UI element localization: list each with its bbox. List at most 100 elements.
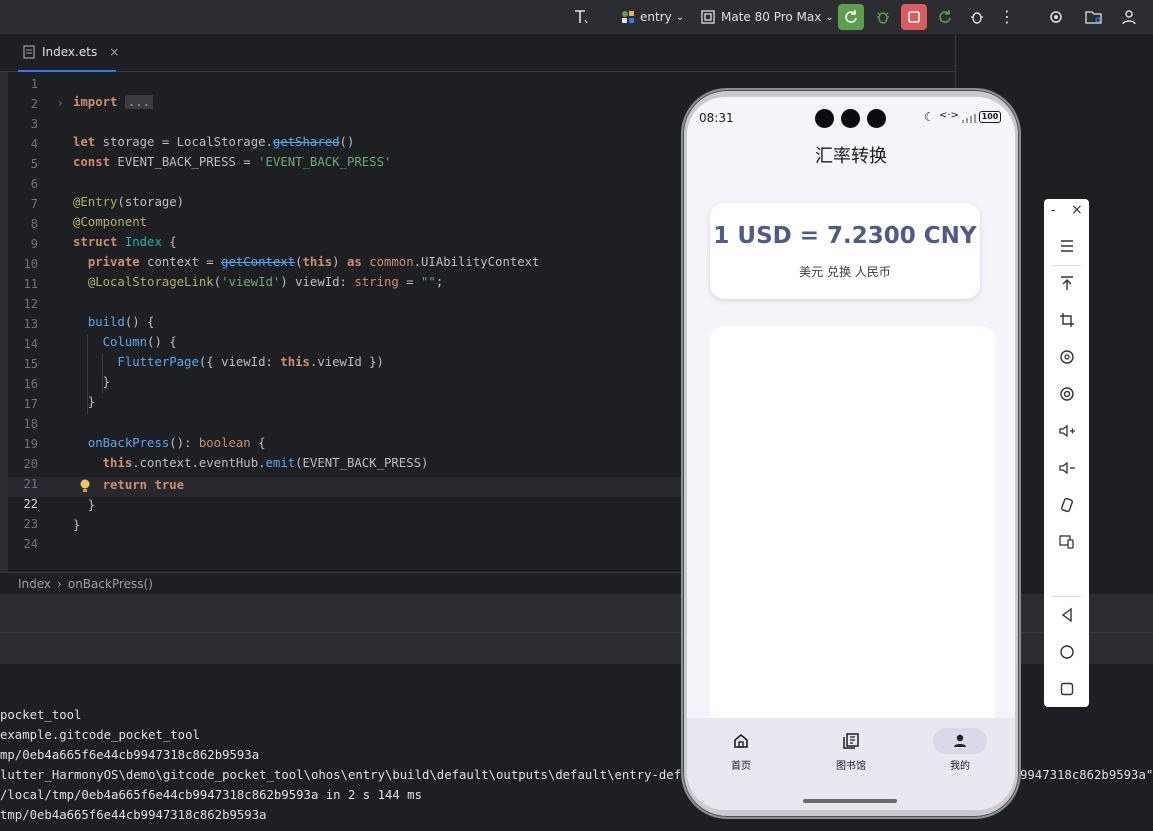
line-number: 6 — [30, 177, 38, 191]
tab-label: Index.ets — [42, 45, 98, 59]
bug-settings-icon — [971, 12, 983, 24]
device-selector[interactable]: Mate 80 Pro Max ⌄ — [700, 5, 834, 29]
code-line-22: return true — [102, 478, 185, 492]
line-number: 20 — [23, 457, 38, 471]
location-button[interactable] — [1044, 380, 1089, 408]
line-number: 16 — [23, 377, 38, 391]
rate-card: 1 USD = 7.2300 CNY 美元 兑换 人民币 — [710, 203, 980, 299]
recents-button[interactable] — [1044, 675, 1089, 703]
person-icon — [933, 728, 987, 754]
run-button[interactable] — [838, 4, 864, 30]
crop-icon — [1059, 313, 1074, 327]
nav-item-home[interactable]: 首页 — [701, 728, 781, 778]
nav-item-profile[interactable]: 我的 — [920, 728, 1000, 778]
nav-label: 我的 — [950, 761, 970, 772]
module-selector[interactable]: entry ⌄ — [620, 5, 684, 29]
stop-button[interactable] — [901, 4, 927, 30]
close-button[interactable]: × — [1071, 202, 1083, 218]
breadcrumb-item[interactable]: onBackPress() — [68, 577, 153, 591]
account-button[interactable] — [1116, 4, 1142, 30]
console-line: pocket_tool — [0, 708, 82, 722]
back-button[interactable] — [1044, 601, 1089, 629]
code-line-10: struct Index { — [73, 235, 177, 249]
tab-index-ets[interactable]: Index.ets × — [18, 34, 119, 72]
module-label: entry — [640, 10, 672, 24]
breadcrumb-item[interactable]: Index — [18, 577, 51, 591]
pin-top-button[interactable] — [1044, 269, 1089, 297]
volume-down-icon — [1058, 461, 1075, 475]
at-icon — [1059, 387, 1074, 401]
minimize-button[interactable]: - — [1051, 203, 1056, 218]
line-number: 8 — [30, 217, 38, 231]
more-button[interactable]: ⋮ — [994, 4, 1020, 30]
line-number: 14 — [23, 337, 38, 351]
network-icon: <·> — [939, 110, 959, 121]
attach-debugger-button[interactable] — [964, 4, 990, 30]
recents-square-icon — [1060, 682, 1073, 696]
signal-icon — [961, 109, 977, 128]
status-time: 08:31 — [699, 111, 734, 125]
moon-icon: ☾ — [924, 110, 935, 124]
close-icon[interactable]: × — [109, 45, 119, 59]
more-vertical-icon: ⋮ — [999, 7, 1015, 26]
battery-icon: 100 — [979, 111, 1001, 123]
code-line-21: this.context.eventHub.emit(EVENT_BACK_PR… — [102, 456, 429, 470]
nav-item-library[interactable]: 图书馆 — [811, 728, 891, 778]
rate-subtitle: 美元 兑换 人民币 — [799, 265, 891, 279]
code-line-20: onBackPress(): boolean { — [87, 436, 266, 450]
screenshot-button[interactable] — [1044, 306, 1089, 334]
toolbar-divider — [1052, 265, 1081, 266]
code-line-24: } — [73, 518, 81, 532]
code-line-6: const EVENT_BACK_PRESS = 'EVENT_BACK_PRE… — [73, 155, 392, 169]
console-line: lutter_HarmonyOS\demo\gitcode_pocket_too… — [0, 768, 689, 782]
rotate-button[interactable] — [1044, 343, 1089, 371]
debug-button[interactable] — [870, 4, 896, 30]
toolbar-divider — [1052, 596, 1081, 597]
volume-up-button[interactable] — [1044, 417, 1089, 445]
code-line-16: FlutterPage({ viewId: this.viewId }) — [117, 355, 384, 369]
code-token: import — [73, 95, 118, 109]
shake-button[interactable] — [1044, 491, 1089, 519]
project-files-button[interactable] — [1081, 4, 1107, 30]
fold-placeholder[interactable]: ... — [124, 95, 154, 109]
code-line-12: @LocalStorageLink('viewId') viewId: stri… — [87, 275, 444, 289]
line-number: 1 — [30, 77, 38, 91]
chevron-down-icon: ⌄ — [675, 11, 685, 23]
multi-device-button[interactable] — [1044, 528, 1089, 556]
user-icon — [1122, 10, 1136, 25]
line-number: 2 — [30, 97, 38, 111]
camera-icon — [841, 109, 860, 128]
stop-icon — [908, 11, 920, 23]
content-card — [710, 326, 995, 726]
bottom-navigation: 首页 图书馆 我的 — [687, 718, 1015, 810]
codelinter-button[interactable] — [1043, 4, 1069, 30]
menu-button[interactable] — [1044, 232, 1089, 260]
status-bar: 08:31 ☾ <·> 100 — [687, 97, 1015, 137]
home-button[interactable] — [1044, 638, 1089, 666]
line-number: 4 — [30, 137, 38, 151]
phone-screen[interactable]: 08:31 ☾ <·> 100 汇率转换 1 USD = 7.2300 CNY … — [687, 97, 1015, 810]
console-line: example.gitcode_pocket_tool — [0, 728, 200, 742]
line-number: 24 — [23, 537, 38, 551]
text-format-icon[interactable] — [568, 4, 594, 30]
code-line-5: let storage = LocalStorage.getShared() — [73, 135, 355, 149]
line-number: 11 — [23, 277, 38, 291]
code-line-23: } — [73, 498, 96, 512]
code-line-14: build() { — [87, 315, 155, 329]
shake-icon — [1060, 497, 1073, 513]
fold-arrow-icon[interactable]: › — [58, 96, 63, 110]
line-number: 17 — [23, 397, 38, 411]
line-number: 3 — [30, 117, 38, 131]
library-icon — [824, 728, 878, 754]
home-indicator[interactable] — [803, 799, 897, 803]
code-line-8: @Entry(storage) — [73, 195, 185, 209]
console-line-tail: 9947318c862b9593a" — [1020, 768, 1153, 782]
camera-icon — [867, 109, 886, 128]
apply-changes-button[interactable] — [932, 4, 958, 30]
ets-file-icon — [22, 45, 36, 59]
device-label: Mate 80 Pro Max — [721, 10, 822, 24]
volume-down-button[interactable] — [1044, 454, 1089, 482]
nav-label: 首页 — [731, 761, 751, 772]
home-circle-icon — [1059, 645, 1074, 659]
folder-search-icon — [1085, 11, 1102, 24]
